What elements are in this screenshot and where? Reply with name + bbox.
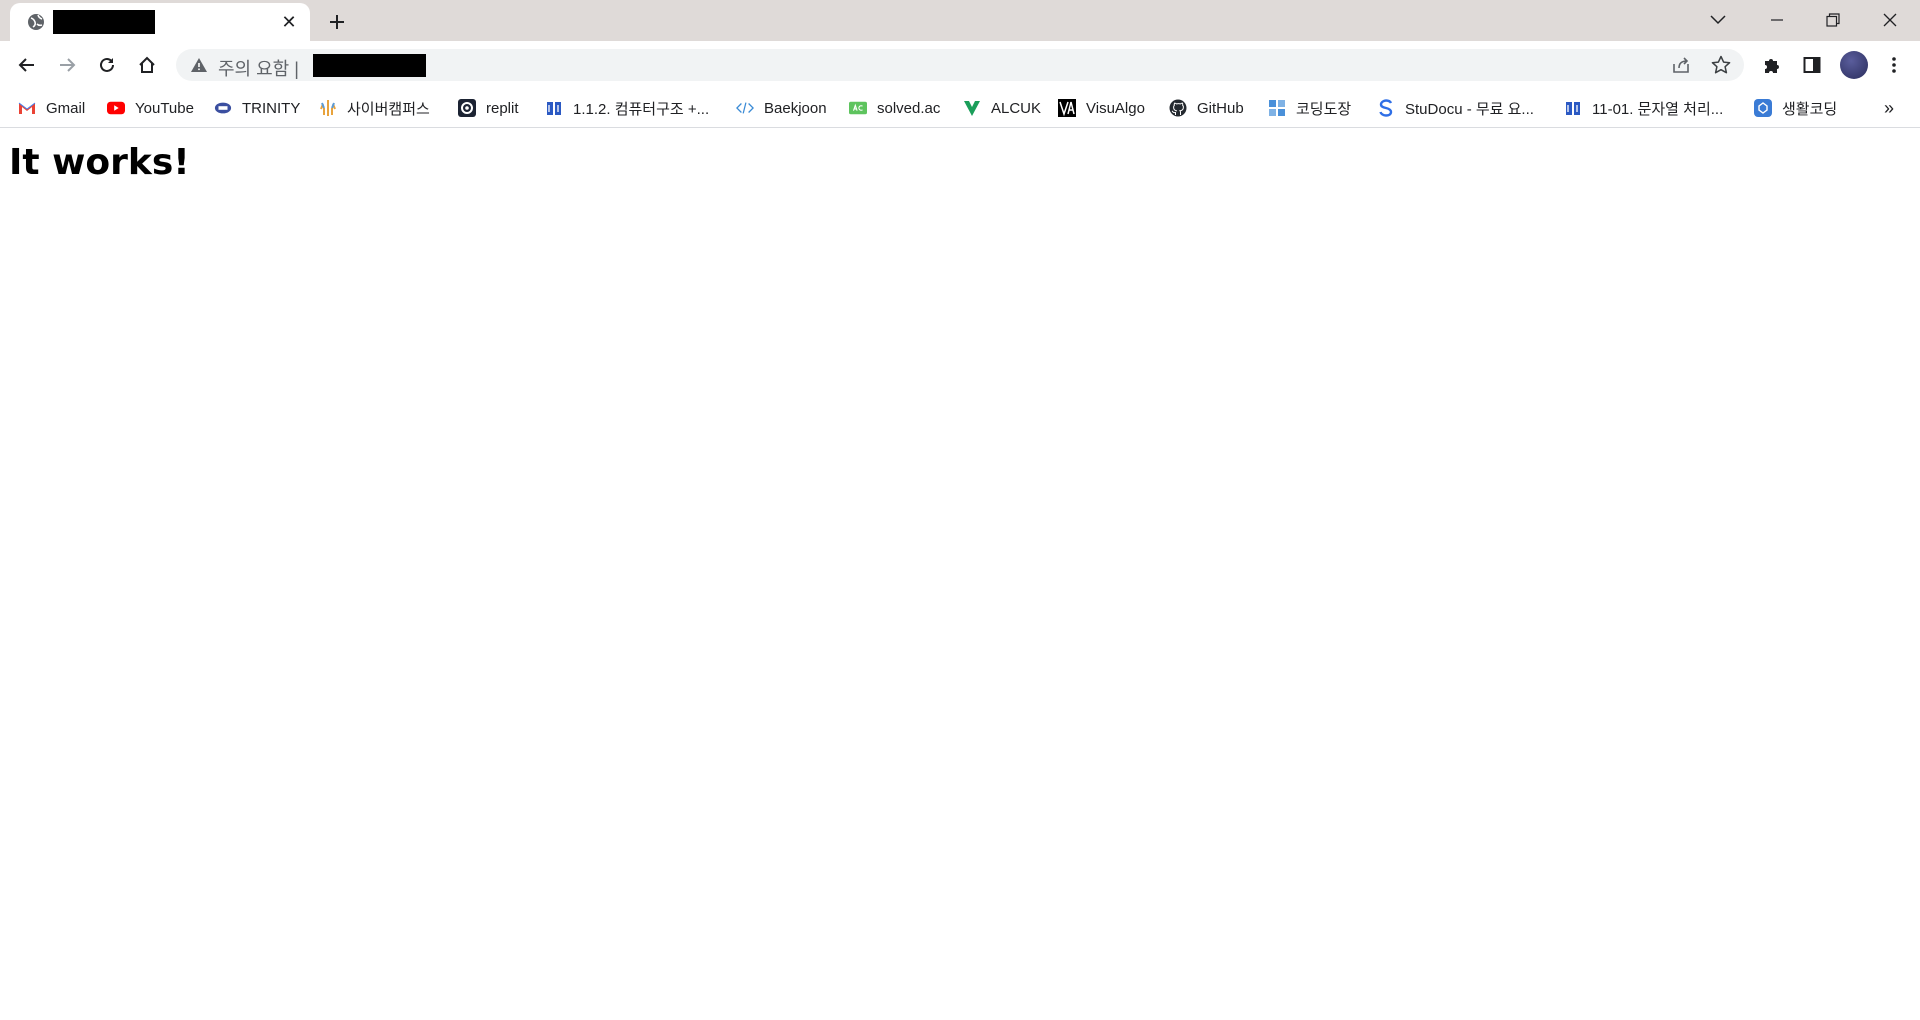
close-tab-button[interactable]: ✕	[278, 11, 300, 33]
url-redacted[interactable]	[313, 54, 426, 77]
close-icon	[1883, 13, 1897, 27]
bookmark-label: replit	[486, 99, 519, 117]
plus-icon	[330, 15, 344, 29]
opentutorials-icon	[1754, 99, 1772, 117]
bookmark-label: 11-01. 문자열 처리...	[1592, 100, 1724, 118]
reload-button[interactable]	[91, 49, 123, 81]
arrow-right-icon	[60, 58, 76, 72]
bookmark-github[interactable]: GitHub	[1169, 95, 1244, 121]
code-icon	[736, 99, 754, 117]
page-heading: It works!	[9, 142, 190, 183]
bookmark-codingdojang[interactable]: 코딩도장	[1268, 95, 1351, 121]
bookmark-visualgo[interactable]: VisuAlgo	[1058, 95, 1145, 121]
book-icon	[1564, 99, 1582, 117]
active-tab[interactable]: ✕	[10, 3, 310, 41]
bookmark-label: 코딩도장	[1296, 100, 1352, 118]
bookmark-label: TRINITY	[242, 99, 301, 117]
puzzle-icon	[1765, 59, 1779, 73]
tab-title-redacted	[53, 10, 155, 34]
minimize-icon	[1771, 19, 1783, 21]
visualgo-icon	[1058, 99, 1076, 117]
extensions-button[interactable]	[1756, 49, 1788, 81]
globe-icon	[26, 12, 46, 32]
bookmark-cybercampus[interactable]: 사이버캠퍼스	[319, 95, 430, 121]
bookmark-label: GitHub	[1197, 99, 1244, 117]
more-bookmarks-button[interactable]: »	[1876, 96, 1902, 120]
home-icon	[139, 56, 155, 73]
warning-icon[interactable]	[190, 56, 208, 74]
address-bar[interactable]: 주의 요함 |	[176, 49, 1744, 81]
bookmark-label: YouTube	[135, 99, 194, 117]
restore-button[interactable]	[1805, 0, 1861, 40]
bookmark-label: 사이버캠퍼스	[347, 100, 430, 118]
gmail-icon	[18, 99, 36, 117]
reload-icon	[100, 57, 114, 72]
page-content: It works!	[0, 129, 1920, 1020]
bookmark-solvedac[interactable]: solved.ac	[849, 95, 940, 121]
browser-toolbar: 주의 요함 |	[0, 41, 1920, 88]
bookmark-star-icon[interactable]	[1710, 54, 1732, 76]
bookmark-trinity[interactable]: TRINITY	[214, 95, 300, 121]
back-button[interactable]	[11, 49, 43, 81]
bookmark-alcuk[interactable]: ALCUK	[963, 95, 1041, 121]
youtube-icon	[107, 99, 125, 117]
bookmark-studocu[interactable]: StuDocu - 무료 요...	[1377, 95, 1534, 121]
forward-button[interactable]	[51, 49, 83, 81]
github-icon	[1169, 99, 1187, 117]
security-status-label[interactable]: 주의 요함 |	[218, 55, 299, 81]
close-window-button[interactable]	[1862, 0, 1918, 40]
minimize-button[interactable]	[1749, 0, 1805, 40]
share-icon[interactable]	[1670, 54, 1692, 76]
bookmarks-bar: Gmail YouTube TRINITY 사이버캠퍼스 replit 1.1.…	[0, 88, 1920, 128]
codingdojang-icon	[1268, 99, 1286, 117]
bookmark-youtube[interactable]: YouTube	[107, 95, 194, 121]
bookmark-label: ALCUK	[991, 99, 1042, 117]
bookmark-label: 생활코딩	[1782, 100, 1838, 118]
tab-strip: ✕	[0, 0, 1920, 41]
kebab-menu-icon	[1892, 57, 1896, 73]
home-button[interactable]	[131, 49, 163, 81]
bookmark-gmail[interactable]: Gmail	[18, 95, 85, 121]
bookmark-opentutorials[interactable]: 생활코딩	[1754, 95, 1837, 121]
solvedac-icon	[849, 99, 867, 117]
side-panel-button[interactable]	[1796, 49, 1828, 81]
bookmark-label: Baekjoon	[764, 99, 827, 117]
trinity-icon	[214, 99, 232, 117]
profile-avatar[interactable]	[1840, 51, 1868, 79]
chevron-down-icon	[1710, 15, 1726, 25]
tab-search-button[interactable]	[1690, 0, 1746, 40]
arrow-left-icon	[18, 58, 34, 72]
replit-icon	[458, 99, 476, 117]
bookmark-computer-architecture[interactable]: 1.1.2. 컴퓨터구조 +...	[545, 95, 709, 121]
bookmark-label: 1.1.2. 컴퓨터구조 +...	[573, 100, 710, 118]
new-tab-button[interactable]	[323, 8, 351, 36]
bookmark-replit[interactable]: replit	[458, 95, 519, 121]
alcuk-icon	[963, 99, 981, 117]
bookmark-label: StuDocu - 무료 요...	[1405, 100, 1534, 118]
menu-button[interactable]	[1878, 49, 1910, 81]
bookmark-label: Gmail	[46, 99, 86, 117]
bookmark-label: VisuAlgo	[1086, 99, 1145, 117]
book-icon	[545, 99, 563, 117]
side-panel-icon	[1803, 57, 1821, 73]
bookmark-baekjoon[interactable]: Baekjoon	[736, 95, 827, 121]
bookmark-label: solved.ac	[877, 99, 941, 117]
studocu-icon	[1377, 99, 1395, 117]
cybercampus-icon	[319, 99, 337, 117]
restore-icon	[1826, 13, 1840, 27]
bookmark-string-processing[interactable]: 11-01. 문자열 처리...	[1564, 95, 1723, 121]
